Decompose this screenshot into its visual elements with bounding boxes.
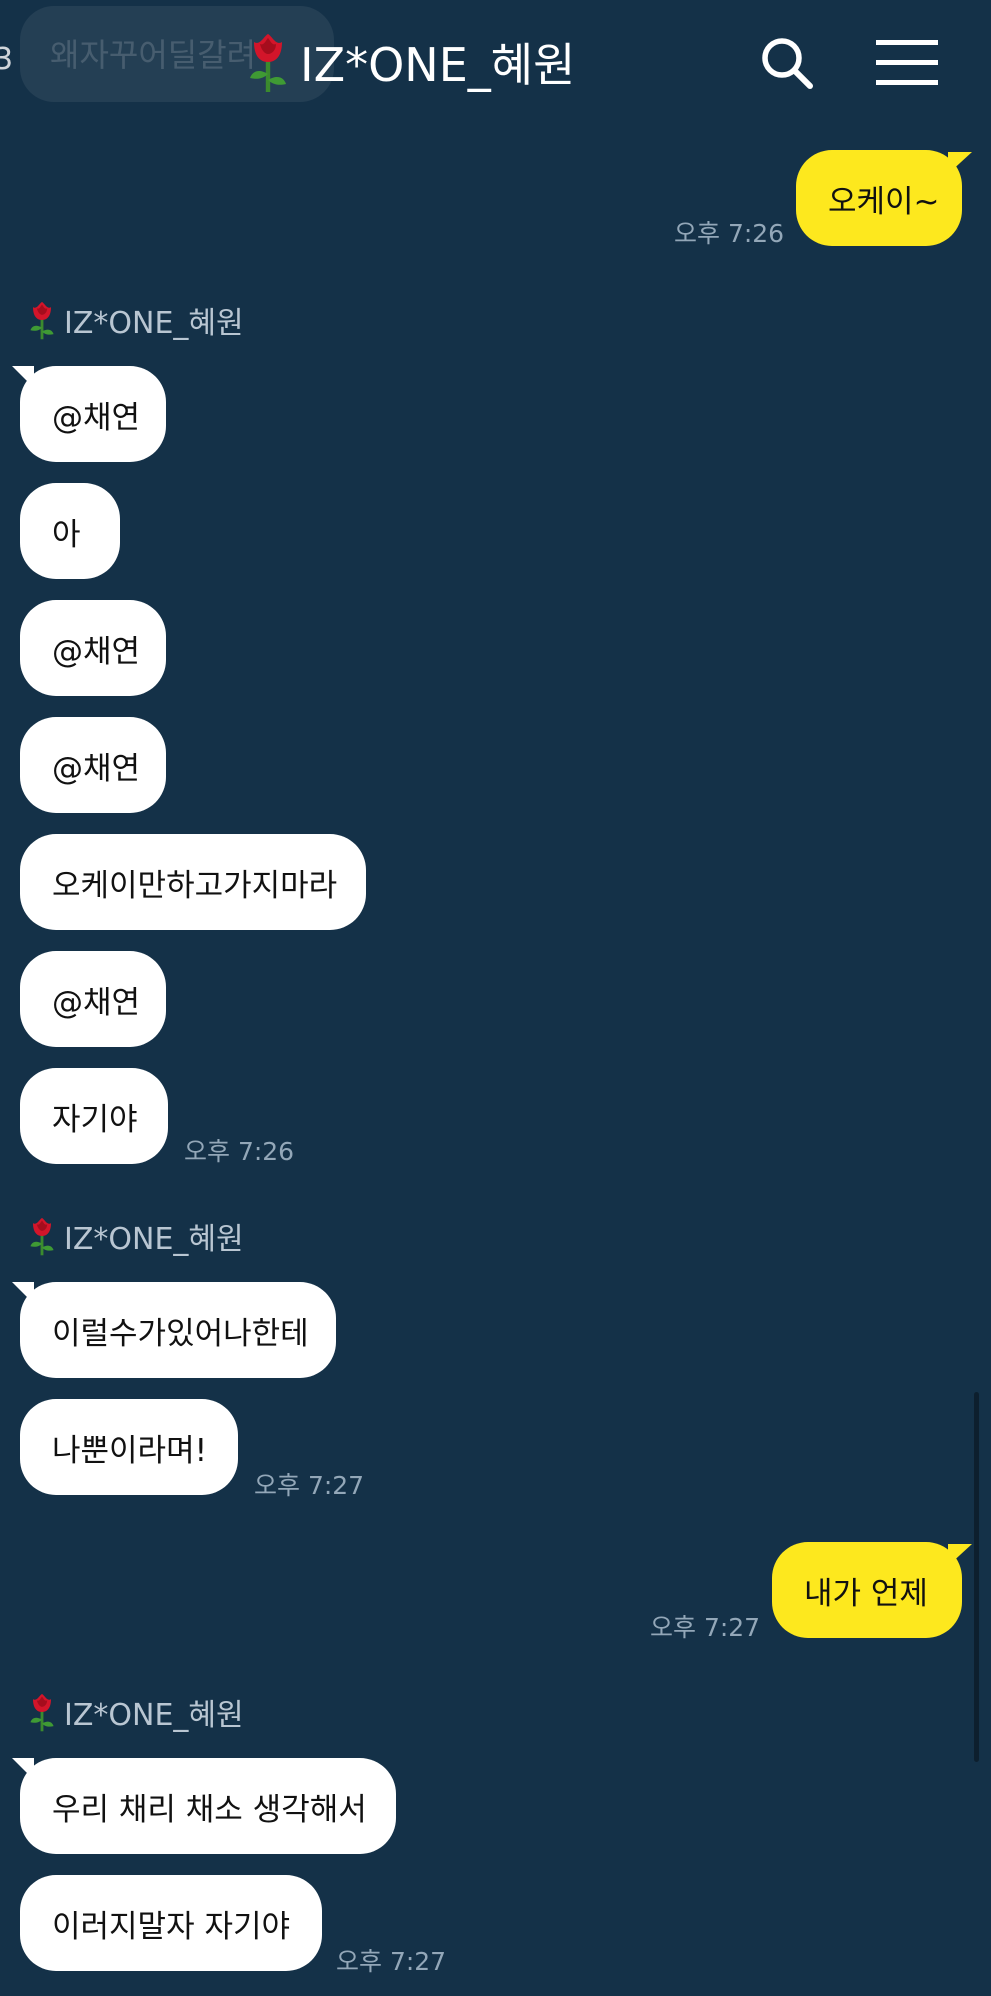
back-button-edge[interactable]: 3 <box>0 42 13 77</box>
message-time: 오후 7:27 <box>650 1613 761 1642</box>
message-text: 오케이만하고가지마라 <box>52 867 338 904</box>
their-message-bubble[interactable]: @채연 <box>12 366 166 462</box>
their-message-bubble[interactable]: @채연 <box>20 717 166 813</box>
search-icon <box>762 38 813 89</box>
message-text: 나뿐이라며! <box>52 1432 208 1469</box>
their-message-bubble[interactable]: @채연 <box>20 951 166 1047</box>
sender-name: IZ*ONE_혜원 <box>64 1222 244 1257</box>
chat-scrollbar[interactable] <box>974 1392 979 1762</box>
message-text: 아 <box>52 516 81 553</box>
their-message-bubble[interactable]: 이럴수가있어나한테 <box>12 1282 336 1378</box>
their-message-bubble[interactable]: 이러지말자 자기야 <box>20 1875 322 1971</box>
my-message-bubble[interactable]: 내가 언제 <box>772 1542 972 1638</box>
previous-message-ghost-text: 왜자꾸어딜갈려 <box>50 36 257 74</box>
menu-button[interactable] <box>872 30 942 96</box>
rose-icon <box>24 1690 60 1734</box>
their-message-bubble[interactable]: @채연 <box>20 600 166 696</box>
message-text: 우리 채리 채소 생각해서 <box>52 1791 367 1828</box>
their-message-bubble[interactable]: 오케이만하고가지마라 <box>20 834 366 930</box>
their-message-bubble[interactable]: 우리 채리 채소 생각해서 <box>12 1758 396 1854</box>
rose-icon <box>24 1214 60 1258</box>
message-text: @채연 <box>52 633 141 670</box>
chat-title: IZ*ONE_혜원 <box>240 30 575 94</box>
rose-icon <box>240 30 296 94</box>
message-text: 오케이~ <box>828 183 940 220</box>
message-time: 오후 7:27 <box>336 1947 447 1976</box>
sender-name-row[interactable]: IZ*ONE_혜원 <box>24 1214 244 1258</box>
sender-name: IZ*ONE_혜원 <box>64 1698 244 1733</box>
my-message-bubble[interactable]: 오케이~ <box>796 150 972 246</box>
their-message-bubble[interactable]: 아 <box>20 483 120 579</box>
chat-header: 왜자꾸어딜갈려 3 IZ*ONE_혜원 <box>0 0 991 120</box>
their-message-bubble[interactable]: 자기야 <box>20 1068 168 1164</box>
sender-name-row[interactable]: IZ*ONE_혜원 <box>24 1690 244 1734</box>
message-text: @채연 <box>52 750 141 787</box>
message-text: @채연 <box>52 399 141 436</box>
message-time: 오후 7:27 <box>254 1471 365 1500</box>
message-text: 이러지말자 자기야 <box>52 1908 291 1945</box>
rose-icon <box>24 298 60 342</box>
message-text: 자기야 <box>52 1101 138 1138</box>
sender-name-row[interactable]: IZ*ONE_혜원 <box>24 298 244 342</box>
message-text: 이럴수가있어나한테 <box>52 1315 309 1352</box>
chat-title-text: IZ*ONE_혜원 <box>300 38 576 92</box>
sender-name: IZ*ONE_혜원 <box>64 306 244 341</box>
message-time: 오후 7:26 <box>674 219 785 248</box>
message-text: @채연 <box>52 984 141 1021</box>
their-message-bubble[interactable]: 나뿐이라며! <box>20 1399 238 1495</box>
hamburger-menu-icon <box>876 40 938 85</box>
message-time: 오후 7:26 <box>184 1137 295 1166</box>
search-button[interactable] <box>754 30 820 96</box>
message-text: 내가 언제 <box>804 1575 928 1612</box>
